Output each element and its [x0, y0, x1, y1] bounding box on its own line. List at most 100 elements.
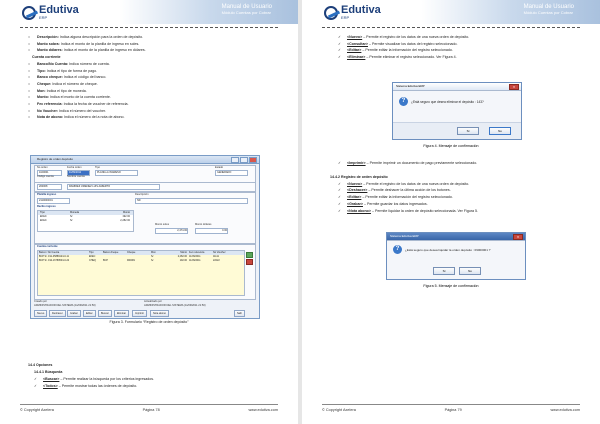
subsection-heading: 14.4.1 Búsqueda [34, 370, 63, 374]
nombre-field[interactable]: RAMIREZ JIMENEZ LUIS ALBERTO [67, 184, 160, 190]
options-list: ✓ <Nuevo> – Permite el registro de los da… [338, 34, 580, 61]
label-monto-dolares: Monto dólares [195, 223, 212, 226]
monto-soles-field[interactable]: 2,474.00 [155, 228, 188, 234]
question-icon: ? [399, 97, 408, 106]
codigo-field[interactable]: 200068 [37, 184, 62, 190]
dialog-button-bar: Sí No [393, 122, 521, 139]
no-button[interactable]: No [489, 127, 511, 135]
doc-title-block: Manual de Usuario Módulo Cuentas por Cob… [524, 4, 574, 15]
form-screenshot: Registro de orden depósito No orden 1100… [30, 155, 260, 319]
yes-button[interactable]: Sí [433, 267, 455, 275]
buscar-button[interactable]: Buscar [98, 310, 112, 317]
list-item: ○ Banco/No Cuenta: Indica número de cuent… [28, 61, 110, 66]
footer-site: www.edutiva.com [550, 408, 580, 412]
fields-cuenta-list: ○ Banco/No Cuenta: Indica número de cuent… [28, 61, 278, 121]
nota-abono-button[interactable]: Nota abono [150, 310, 169, 317]
label-no-orden: No orden [37, 166, 48, 169]
list-item: ○ Monto sobra: Indica el monto de la plan… [28, 41, 140, 46]
form-toolbar: Nuevo Deshacer Grabar Editar Buscar Elim… [34, 310, 256, 317]
yes-button[interactable]: Sí [457, 127, 479, 135]
list-item: ○ Nota de abono: Indica el número del a n… [28, 115, 125, 120]
label-planilla: Planilla ingreso [37, 193, 57, 196]
label-codigo: Código cuenta [37, 175, 54, 178]
brand-logo: Edutiva ERP [324, 5, 381, 20]
list-item: ✓ <Nuevo> – Permite el registro de los da… [338, 35, 470, 39]
footer-copyright: © Copyright Axelera [322, 408, 356, 412]
add-row-icon[interactable] [246, 252, 253, 258]
section-heading: 14.4 Opciones [28, 363, 53, 367]
no-button[interactable]: No [459, 267, 481, 275]
deshacer-button[interactable]: Deshacer [49, 310, 66, 317]
list-item: ○ Cheque: Indica el número de cheque. [28, 81, 98, 86]
figure-caption: Figura 5. Mensaje de confirmación [423, 284, 479, 288]
maximize-icon[interactable] [240, 157, 248, 163]
header-section: No orden 1100001 Fecha orden 11/09/2011 … [34, 165, 256, 183]
dialog-message: ¿Está seguro que desea liquidar la orden… [405, 248, 491, 252]
logo-icon [324, 5, 338, 20]
registro-list: ✓ <Nuevo> – Permite el registro de los da… [330, 181, 580, 215]
list-item: ○ Monto dólares: Indica el monto de la pl… [28, 48, 146, 53]
figure-caption: Figura 3. Formulario “Registro de orden … [109, 320, 189, 324]
section-heading: Cuenta corriente [32, 55, 61, 60]
cuenta-table: Banco / No Cuenta Tipo Banco cheque Cheq… [37, 250, 245, 296]
label-cuenta-corriente: Cuenta corriente [37, 245, 58, 248]
audit-section: Creado por Actualizado por ADMINISTRADOR… [34, 300, 254, 309]
subsection-heading: 14.4.2 Registro de orden depósito [330, 175, 388, 179]
nuevo-button[interactable]: Nuevo [34, 310, 48, 317]
close-icon[interactable]: ✕ [509, 84, 519, 90]
editar-button[interactable]: Editar [83, 310, 96, 317]
close-icon[interactable] [249, 157, 257, 163]
list-item: ○ No Voucher: Indica el número del vouche… [28, 108, 107, 113]
figure3-caption-wrap: Figura 3. Formulario “Registro de orden … [20, 320, 278, 324]
figure5-caption-wrap: Figura 5. Mensaje de confirmación [322, 284, 580, 288]
minimize-icon[interactable] [231, 157, 239, 163]
estado-field[interactable]: GENERADO [215, 170, 248, 176]
table-row[interactable]: EFEC S/. 2,282.00 [38, 219, 133, 223]
empty-rows [38, 263, 244, 295]
delete-row-icon[interactable] [246, 259, 253, 265]
imprimir-button[interactable]: Imprimir [132, 310, 148, 317]
tipo-select[interactable]: PLANILLA INGRESO [95, 170, 138, 176]
label-nombre: Nombre cuenta [67, 175, 85, 178]
planilla-section: Planilla ingreso 2110000001 Descripción … [34, 192, 256, 244]
doc-title-block: Manual de Usuario Módulo Cuentas por Cob… [222, 4, 272, 15]
form-titlebar: Registro de orden depósito [31, 156, 259, 164]
salir-button[interactable]: Salir [234, 310, 246, 317]
doc-subtitle: Módulo Cuentas por Cobrar [523, 10, 573, 15]
list-item: ✓ <Editar> – Permite editar la informació… [338, 48, 453, 53]
list-item: ✓ <Deshacer> – Permite deshacer la última… [338, 188, 451, 193]
close-icon[interactable]: ✕ [513, 234, 523, 240]
page-footer: © Copyright Axelera Página 78 www.edutiv… [20, 404, 278, 412]
label-descripcion: Descripción [135, 193, 149, 196]
dialog-titlebar: Sistema Edutiva ERP ✕ [393, 83, 521, 91]
header-rule [322, 27, 580, 28]
page-footer: © Copyright Axelera Página 79 www.edutiv… [322, 404, 580, 412]
list-item: ○ Fec referencia: Indica la fecha de vouc… [28, 102, 129, 107]
imprimir-list: ✓ <Imprimir> – Permite imprimir un docume… [338, 160, 580, 167]
brand-logo: Edutiva ERP [22, 5, 79, 20]
fields-top-list: ○ Descripción: Indica alguna descripción … [28, 34, 278, 54]
list-item: ○ Descripción: Indica alguna descripción … [28, 35, 144, 39]
list-item: ✓ <Imprimir> – Permite imprimir un docume… [338, 161, 478, 165]
page-header: Edutiva ERP Manual de Usuario Módulo Cue… [302, 0, 600, 24]
planilla-field[interactable]: 2110000001 [37, 198, 70, 204]
eliminar-button[interactable]: Eliminar [114, 310, 130, 317]
options-section: 14.4 Opciones 14.4.1 Búsqueda ✓ <Buscar> … [28, 362, 278, 390]
list-item: ✓ <Eliminar> – Permite eliminar el regist… [338, 55, 457, 60]
figure4-caption-wrap: Figura 4. Mensaje de confirmación [322, 144, 580, 148]
list-item: ✓ <Grabar> – Permite guardar los datos in… [338, 201, 428, 206]
doc-subtitle: Módulo Cuentas por Cobrar [221, 10, 271, 15]
cuenta-corriente-section: Cuenta corriente Banco / No Cuenta Tipo … [34, 244, 256, 300]
dialog-title: Sistema Edutiva ERP [396, 84, 425, 88]
actualizado-value: ADMINISTRADOR DEL SISTEMA (11/09/2011 21… [144, 304, 206, 307]
descripcion-field[interactable]: ND [135, 198, 248, 204]
monto-dolares-field[interactable]: 0.00 [195, 228, 228, 234]
grabar-button[interactable]: Grabar [67, 310, 81, 317]
footer-site: www.edutiva.com [248, 408, 278, 412]
list-item: ✓ <Consultar> – Permite visualizar los da… [338, 41, 458, 46]
label-monto-soles: Monto soles [155, 223, 169, 226]
list-item: ✓ <Nuevo> – Permite el registro de los da… [338, 181, 470, 186]
logo-icon [22, 5, 36, 20]
page-left: Edutiva ERP Manual de Usuario Módulo Cue… [0, 0, 298, 424]
label-creado: Creado por [34, 300, 47, 303]
